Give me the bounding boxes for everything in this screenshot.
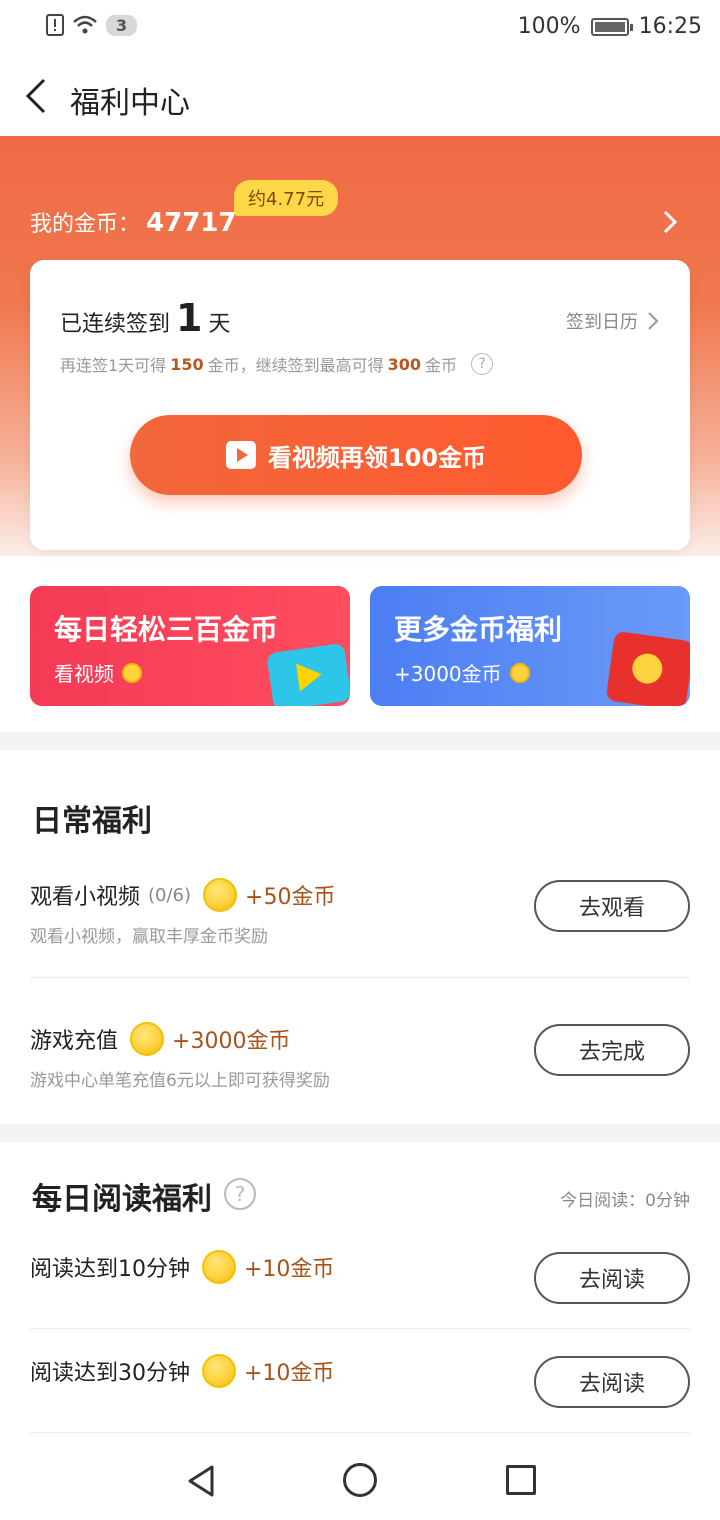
watch-video-bonus-button[interactable]: 看视频再领100金币 [130,415,582,495]
row-divider [30,1432,690,1433]
battery-percent: 100% [517,14,581,39]
sign-in-streak: 已连续签到 1 天 [60,296,230,340]
nav-recents-icon[interactable] [506,1465,536,1495]
task-name: 游戏充值 [30,1029,119,1054]
video-play-icon [225,441,256,469]
task-reward: +10金币 [244,1361,335,1386]
task-header: 阅读达到30分钟 +10金币 [30,1354,334,1388]
nav-back-icon[interactable] [186,1464,216,1498]
task-reward: +10金币 [244,1257,335,1282]
battery-icon [590,17,633,36]
row-divider [30,1328,690,1329]
task-name: 阅读达到30分钟 [30,1361,190,1386]
task-row-read-10: 阅读达到10分钟 +10金币 去阅读 [30,1228,690,1332]
sign-in-days: 1 [176,296,203,340]
section-divider [0,732,720,750]
watch-video-button-label: 看视频再领100金币 [267,443,487,472]
promo-card-daily-coins[interactable]: 每日轻松三百金币 看视频 [30,586,350,706]
promo-subtitle-text: 看视频 [54,662,114,686]
sim-badge: 3 [106,14,138,36]
system-nav-bar [0,1440,720,1520]
status-left: 3 [46,14,138,36]
coin-balance-value: 47717 [146,208,237,238]
section-divider [0,1124,720,1142]
task-reward: +50金币 [245,885,336,910]
alert-icon [46,14,64,36]
go-read-button[interactable]: 去阅读 [534,1356,690,1408]
task-name: 观看小视频 [30,885,141,910]
status-bar: 3 100% 16:25 [0,0,720,58]
help-icon[interactable]: ? [471,353,494,375]
wifi-icon [73,15,97,34]
daily-benefits-title: 日常福利 [32,804,152,839]
desc-highlight: 300 [387,354,422,374]
desc-highlight: 150 [170,354,204,374]
task-reward: +3000金币 [172,1029,291,1054]
coin-icon [202,1354,236,1388]
go-watch-button[interactable]: 去观看 [534,880,690,932]
sign-in-prefix: 已连续签到 [60,312,171,337]
coin-balance-label: 我的金币： [30,212,141,237]
promo-subtitle-text: +3000金币 [394,662,502,686]
promo-subtitle: +3000金币 [394,658,530,687]
task-row-watch-video: 观看小视频 (0/6) +50金币 观看小视频，赢取丰厚金币奖励 去观看 [30,856,690,960]
coin-icon [130,1022,165,1056]
desc-text: 金币，继续签到最高可得 [207,356,384,375]
task-description: 游戏中心单笔充值6元以上即可获得奖励 [30,1071,330,1091]
desc-text: 再连签1天可得 [60,356,167,375]
sign-in-card: 已连续签到 1 天 签到日历 再连签1天可得 150 金币，继续签到最高可得 300 金… [30,260,690,550]
coin-icon [122,662,142,683]
task-header: 观看小视频 (0/6) +50金币 [30,878,335,912]
cash-approx-badge: 约4.77元 [234,180,339,216]
desc-text: 金币 [425,356,458,375]
sign-in-calendar-link[interactable]: 签到日历 [566,308,660,334]
coin-icon [202,1250,236,1284]
clock: 16:25 [638,14,702,39]
coin-balance[interactable]: 我的金币： 47717 [30,206,236,238]
help-icon[interactable]: ? [224,1178,256,1210]
sign-in-suffix: 天 [208,312,231,337]
task-header: 阅读达到10分钟 +10金币 [30,1250,334,1284]
task-row-read-30: 阅读达到30分钟 +10金币 去阅读 [30,1332,690,1436]
promo-title: 每日轻松三百金币 [54,613,279,646]
task-header: 游戏充值 +3000金币 [30,1022,290,1056]
reading-benefits-title: 每日阅读福利 [32,1182,212,1217]
promo-subtitle: 看视频 [54,658,142,687]
status-right: 100% 16:25 [518,14,702,39]
nav-home-icon[interactable] [343,1463,377,1497]
promo-title: 更多金币福利 [394,613,563,646]
page-title: 福利中心 [70,86,190,121]
row-divider [30,977,690,978]
back-arrow-icon[interactable] [22,76,52,116]
tv-play-icon [266,642,350,706]
battery-fill [594,21,625,32]
today-reading-time: 今日阅读：0分钟 [560,1191,690,1211]
chevron-right-icon [648,312,659,330]
promo-card-more-coins[interactable]: 更多金币福利 +3000金币 [370,586,690,706]
sign-in-description: 再连签1天可得 150 金币，继续签到最高可得 300 金币 ? [60,352,494,376]
go-read-button[interactable]: 去阅读 [534,1252,690,1304]
task-progress: (0/6) [148,884,192,906]
task-name: 阅读达到10分钟 [30,1257,190,1282]
go-complete-button[interactable]: 去完成 [534,1024,690,1076]
app-header: 福利中心 [0,58,720,136]
red-envelope-icon [605,630,690,706]
coin-icon [203,878,238,912]
task-description: 观看小视频，赢取丰厚金币奖励 [30,927,268,947]
task-row-game-recharge: 游戏充值 +3000金币 游戏中心单笔充值6元以上即可获得奖励 去完成 [30,1000,690,1104]
chevron-right-icon[interactable] [660,208,680,236]
coin-icon [509,662,530,683]
calendar-link-label: 签到日历 [566,312,638,333]
